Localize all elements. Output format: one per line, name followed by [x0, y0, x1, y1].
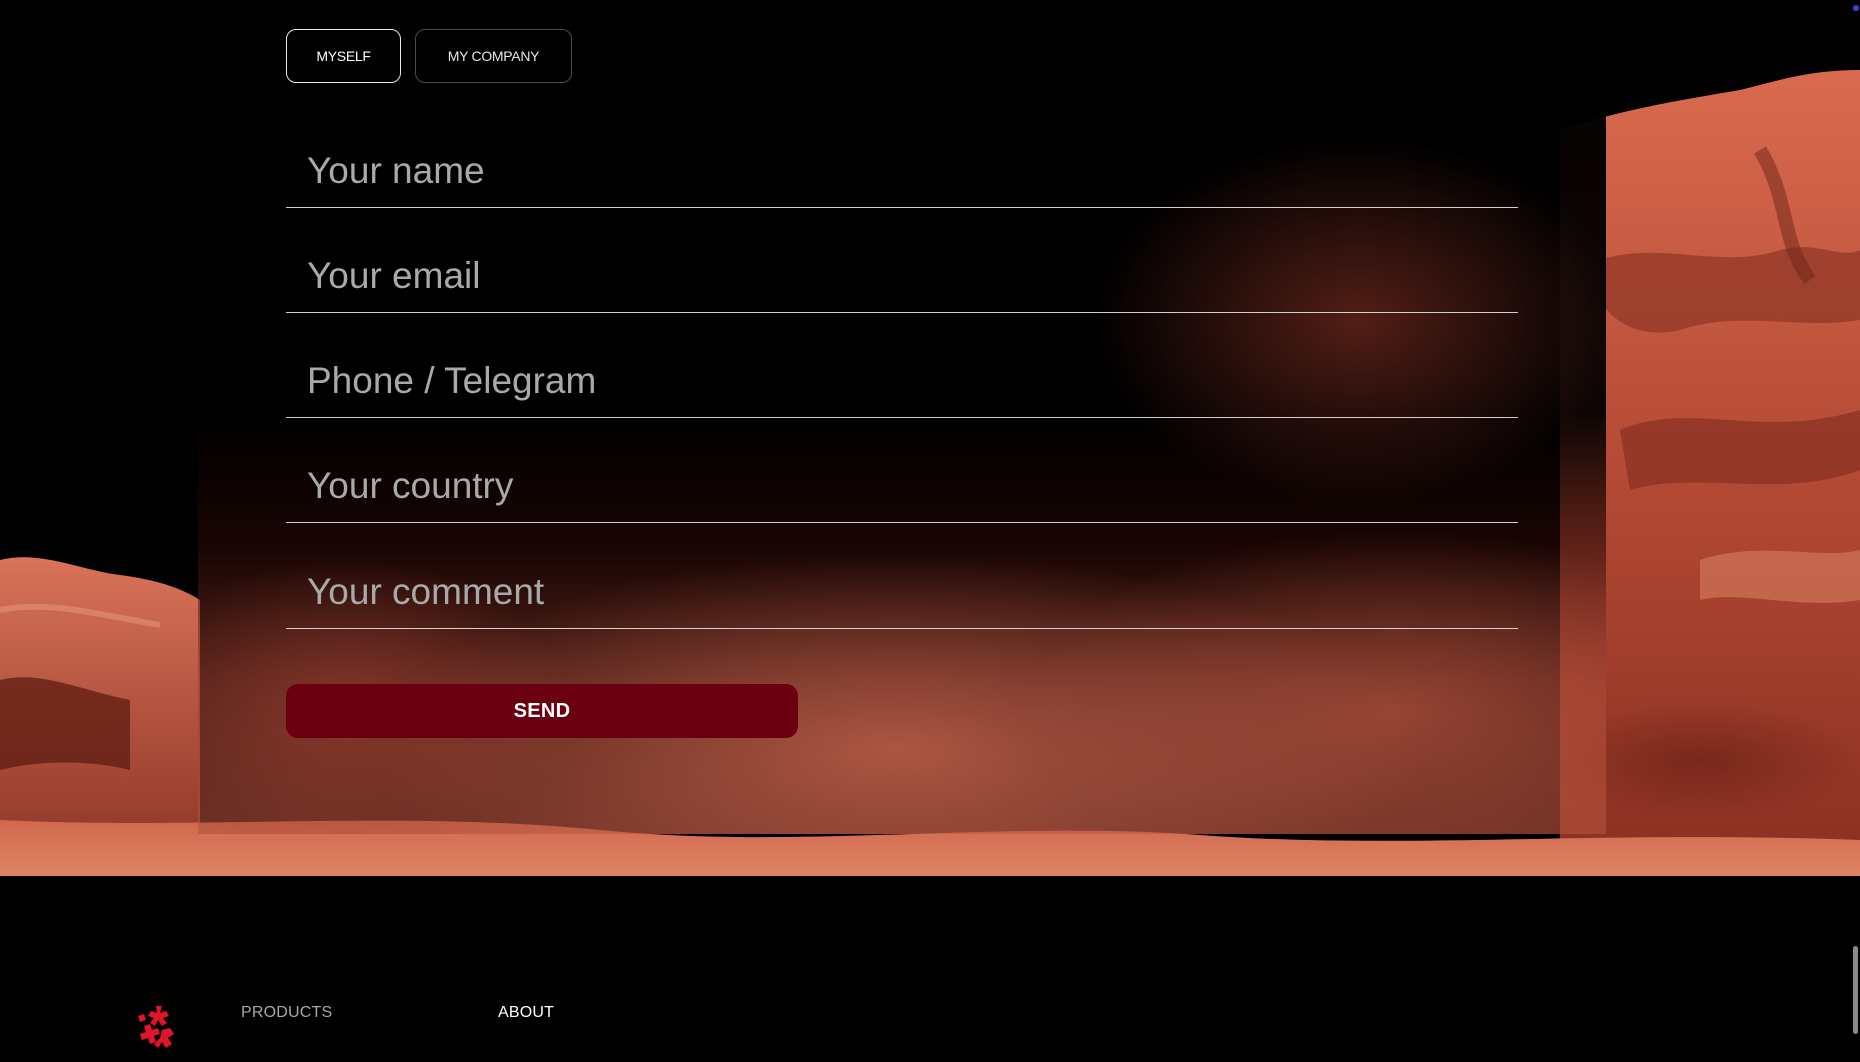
email-input[interactable]: [286, 209, 1518, 312]
requester-type-toggle: MYSELF MY COMPANY: [286, 29, 572, 83]
footer-link-products[interactable]: PRODUCTS: [241, 1004, 332, 1022]
send-button[interactable]: SEND: [286, 684, 798, 738]
comment-input[interactable]: [286, 525, 1518, 628]
country-field: [286, 419, 1518, 523]
name-field: [286, 104, 1518, 208]
email-field: [286, 209, 1518, 313]
phone-field: [286, 314, 1518, 418]
phone-telegram-input[interactable]: [286, 314, 1518, 417]
footer-link-about[interactable]: ABOUT: [498, 1004, 554, 1022]
brand-logo-icon[interactable]: [136, 1004, 180, 1052]
comment-field: [286, 525, 1518, 629]
country-input[interactable]: [286, 419, 1518, 522]
footer: PRODUCTS ABOUT: [0, 876, 1860, 1062]
myself-toggle-button[interactable]: MYSELF: [286, 29, 401, 83]
scrollbar-thumb[interactable]: [1853, 946, 1858, 1034]
my-company-toggle-button[interactable]: MY COMPANY: [415, 29, 572, 83]
indicator-dot-icon: [1853, 5, 1859, 11]
name-input[interactable]: [286, 104, 1518, 207]
contact-page: MYSELF MY COMPANY SEND PRODUCTS ABOUT: [0, 0, 1860, 1062]
page-scrollbar[interactable]: [1848, 0, 1860, 1062]
